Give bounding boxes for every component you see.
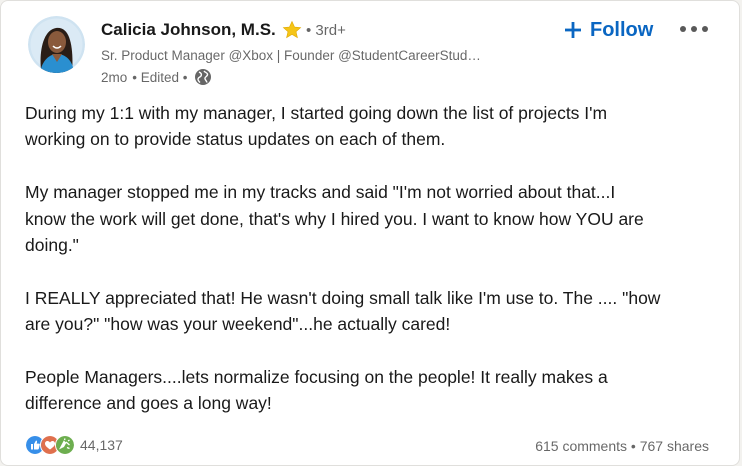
- follow-label: Follow: [590, 18, 654, 41]
- reactions-summary[interactable]: 44,137: [25, 435, 123, 455]
- reaction-count: 44,137: [80, 437, 123, 453]
- author-headline[interactable]: Sr. Product Manager @Xbox | Founder @Stu…: [101, 48, 481, 63]
- post-text: During my 1:1 with my manager, I started…: [25, 100, 721, 417]
- post-meta: 2mo • Edited •: [101, 68, 212, 86]
- shares-count-link[interactable]: 767 shares: [640, 438, 709, 454]
- post-paragraph: I REALLY appreciated that! He wasn't doi…: [25, 287, 661, 335]
- engagement-summary: 615 comments • 767 shares: [535, 438, 709, 454]
- celebrate-icon: [55, 435, 75, 455]
- gold-star-icon: [282, 20, 302, 39]
- post-time: 2mo: [101, 69, 128, 85]
- more-options-button[interactable]: [677, 17, 711, 41]
- author-name[interactable]: Calicia Johnson, M.S.: [101, 20, 276, 40]
- avatar[interactable]: [28, 16, 85, 73]
- globe-icon: [194, 69, 211, 85]
- separator: •: [630, 438, 636, 454]
- post-paragraph: People Managers....lets normalize focusi…: [25, 367, 608, 414]
- plus-icon: [565, 22, 581, 38]
- post-header: Calicia Johnson, M.S. • 3rd+ Sr. Product…: [1, 1, 739, 96]
- post-paragraph: My manager stopped me in my tracks and s…: [25, 182, 644, 256]
- feed-post-card: Calicia Johnson, M.S. • 3rd+ Sr. Product…: [0, 0, 740, 466]
- ellipsis-icon: [680, 26, 708, 32]
- comments-count-link[interactable]: 615 comments: [535, 438, 627, 454]
- avatar-image: [28, 16, 85, 73]
- connection-degree: • 3rd+: [306, 22, 346, 39]
- edited-label: • Edited •: [132, 69, 188, 85]
- post-paragraph: During my 1:1 with my manager, I started…: [25, 103, 608, 150]
- follow-button[interactable]: Follow: [563, 15, 653, 45]
